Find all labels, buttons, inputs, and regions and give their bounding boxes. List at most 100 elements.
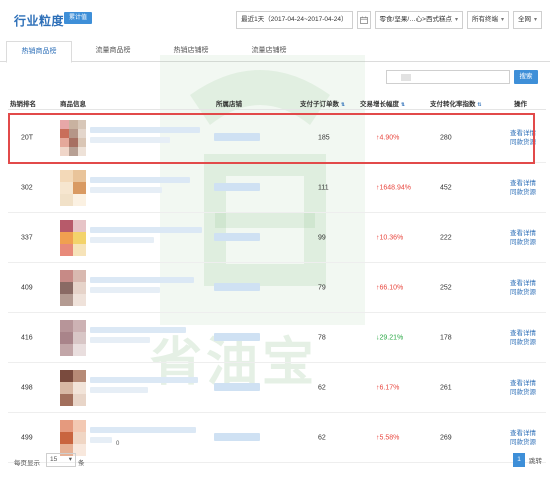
growth-cell: ↑66.10% bbox=[376, 284, 403, 291]
col-rank: 热销排名 bbox=[10, 101, 36, 108]
product-title-redacted[interactable] bbox=[90, 377, 198, 383]
growth-value: 29.21% bbox=[379, 334, 404, 341]
shop-name-redacted[interactable] bbox=[214, 433, 260, 441]
growth-cell: ↑4.90% bbox=[376, 134, 399, 141]
chevron-down-icon: ▾ bbox=[454, 17, 458, 23]
current-page-button[interactable]: 1 bbox=[513, 453, 525, 467]
growth-value: 6.17% bbox=[379, 384, 400, 391]
product-thumbnail[interactable] bbox=[60, 220, 86, 256]
product-title-redacted[interactable] bbox=[90, 277, 194, 283]
view-details-link[interactable]: 查看详情 bbox=[510, 229, 536, 238]
same-source-link[interactable]: 同款货源 bbox=[510, 138, 536, 147]
product-subtitle-redacted bbox=[90, 287, 160, 293]
table-header: 热销排名 商品信息 所属店铺 支付子订单数 ⇅ 交易增长幅度 ⇅ 支付转化率指数… bbox=[8, 96, 546, 110]
col-conversion-label: 支付转化率指数 bbox=[430, 101, 476, 108]
per-page-label: 每页显示 bbox=[14, 460, 40, 467]
view-details-link[interactable]: 查看详情 bbox=[510, 279, 536, 288]
page-size-select[interactable]: 15 ▾ bbox=[46, 453, 76, 467]
rank-cell: 498 bbox=[21, 384, 33, 391]
calendar-icon[interactable] bbox=[356, 11, 371, 29]
rank-cell: 20T bbox=[21, 134, 34, 141]
ops-cell: 查看详情 同款货源 bbox=[510, 379, 536, 397]
shop-name-redacted[interactable] bbox=[214, 183, 260, 191]
orders-cell: 111 bbox=[318, 184, 329, 191]
pager: 1 跳转 bbox=[513, 453, 542, 467]
jump-page-link[interactable]: 跳转 bbox=[529, 455, 542, 465]
col-orders-label: 支付子订单数 bbox=[300, 101, 339, 108]
scope-label: 全网 bbox=[517, 16, 531, 23]
scope-select[interactable]: 全网 ▾ bbox=[512, 11, 542, 29]
search-bar: 搜索 bbox=[386, 70, 538, 84]
cumulative-badge[interactable]: 累计值 bbox=[64, 12, 93, 24]
view-details-link[interactable]: 查看详情 bbox=[510, 179, 536, 188]
product-subtitle-redacted bbox=[90, 237, 154, 243]
sort-icon: ⇅ bbox=[400, 102, 406, 108]
view-details-link[interactable]: 查看详情 bbox=[510, 379, 536, 388]
product-subtitle-redacted bbox=[90, 187, 162, 193]
product-thumbnail[interactable] bbox=[60, 120, 86, 156]
conversion-cell: 269 bbox=[440, 434, 452, 441]
table-row: 498 62 ↑6.17% 261 查看详情 同款货源 bbox=[8, 363, 546, 413]
ranking-tabs: 热销商品榜 流量商品榜 热销店铺榜 流量店铺榜 bbox=[0, 40, 550, 63]
orders-cell: 79 bbox=[318, 284, 326, 291]
ops-cell: 查看详情 同款货源 bbox=[510, 129, 536, 147]
category-label: 零食/坚果/…心>西式糕点 bbox=[379, 16, 452, 23]
same-source-link[interactable]: 同款货源 bbox=[510, 188, 536, 197]
product-thumbnail[interactable] bbox=[60, 370, 86, 406]
category-select[interactable]: 零食/坚果/…心>西式糕点 ▾ bbox=[374, 11, 463, 29]
date-range-label: 最近1天（2017-04-24~2017-04-24） bbox=[241, 16, 348, 23]
shop-name-redacted[interactable] bbox=[214, 383, 260, 391]
header: 行业粒度 累计值 最近1天（2017-04-24~2017-04-24） 零食/… bbox=[0, 0, 550, 38]
same-source-link[interactable]: 同款货源 bbox=[510, 438, 536, 447]
same-source-link[interactable]: 同款货源 bbox=[510, 338, 536, 347]
chevron-down-icon: ▾ bbox=[500, 17, 504, 23]
shop-name-redacted[interactable] bbox=[214, 333, 260, 341]
conversion-cell: 452 bbox=[440, 184, 452, 191]
product-thumbnail[interactable] bbox=[60, 270, 86, 306]
product-thumbnail[interactable] bbox=[60, 420, 86, 456]
product-subtitle-redacted bbox=[90, 437, 112, 443]
product-title-redacted[interactable] bbox=[90, 327, 186, 333]
tab-traffic-products[interactable]: 流量商品榜 bbox=[80, 41, 146, 63]
tab-hot-products[interactable]: 热销商品榜 bbox=[6, 41, 72, 63]
product-title-redacted[interactable] bbox=[90, 427, 196, 433]
rank-cell: 337 bbox=[21, 234, 33, 241]
chevron-down-icon: ▾ bbox=[533, 17, 537, 23]
shop-name-redacted[interactable] bbox=[214, 233, 260, 241]
orders-cell: 185 bbox=[318, 134, 330, 141]
tab-hot-shops[interactable]: 热销店铺榜 bbox=[158, 41, 224, 63]
table-row: 416 78 ↓29.21% 178 查看详情 同款货源 bbox=[8, 313, 546, 363]
product-subtitle-redacted bbox=[90, 337, 150, 343]
product-thumbnail[interactable] bbox=[60, 320, 86, 356]
rank-cell: 409 bbox=[21, 284, 33, 291]
same-source-link[interactable]: 同款货源 bbox=[510, 388, 536, 397]
search-button[interactable]: 搜索 bbox=[514, 70, 538, 84]
view-details-link[interactable]: 查看详情 bbox=[510, 329, 536, 338]
col-orders[interactable]: 支付子订单数 ⇅ bbox=[300, 98, 345, 108]
chevron-down-icon: ▾ bbox=[68, 456, 72, 463]
rank-cell: 302 bbox=[21, 184, 33, 191]
same-source-link[interactable]: 同款货源 bbox=[510, 288, 536, 297]
shop-name-redacted[interactable] bbox=[214, 133, 260, 141]
shop-name-redacted[interactable] bbox=[214, 283, 260, 291]
search-input[interactable] bbox=[386, 70, 510, 84]
col-growth[interactable]: 交易增长幅度 ⇅ bbox=[360, 98, 405, 108]
same-source-link[interactable]: 同款货源 bbox=[510, 238, 536, 247]
growth-cell: ↑10.36% bbox=[376, 234, 403, 241]
sort-icon: ⇅ bbox=[340, 102, 346, 108]
growth-cell: ↑1648.94% bbox=[376, 184, 411, 191]
col-conversion[interactable]: 支付转化率指数 ⇅ bbox=[430, 98, 482, 108]
product-title-redacted[interactable] bbox=[90, 177, 190, 183]
table-row: 302 111 ↑1648.94% 452 查看详情 同款货源 bbox=[8, 163, 546, 213]
product-title-redacted[interactable] bbox=[90, 227, 202, 233]
view-details-link[interactable]: 查看详情 bbox=[510, 429, 536, 438]
filter-bar: 最近1天（2017-04-24~2017-04-24） 零食/坚果/…心>西式糕… bbox=[236, 11, 542, 29]
view-details-link[interactable]: 查看详情 bbox=[510, 129, 536, 138]
conversion-cell: 178 bbox=[440, 334, 452, 341]
product-title-redacted[interactable] bbox=[90, 127, 200, 133]
date-range-select[interactable]: 最近1天（2017-04-24~2017-04-24） bbox=[236, 11, 353, 29]
tab-traffic-shops[interactable]: 流量店铺榜 bbox=[236, 41, 302, 63]
terminal-select[interactable]: 所有终端 ▾ bbox=[466, 11, 509, 29]
product-thumbnail[interactable] bbox=[60, 170, 86, 206]
rank-cell: 499 bbox=[21, 434, 33, 441]
